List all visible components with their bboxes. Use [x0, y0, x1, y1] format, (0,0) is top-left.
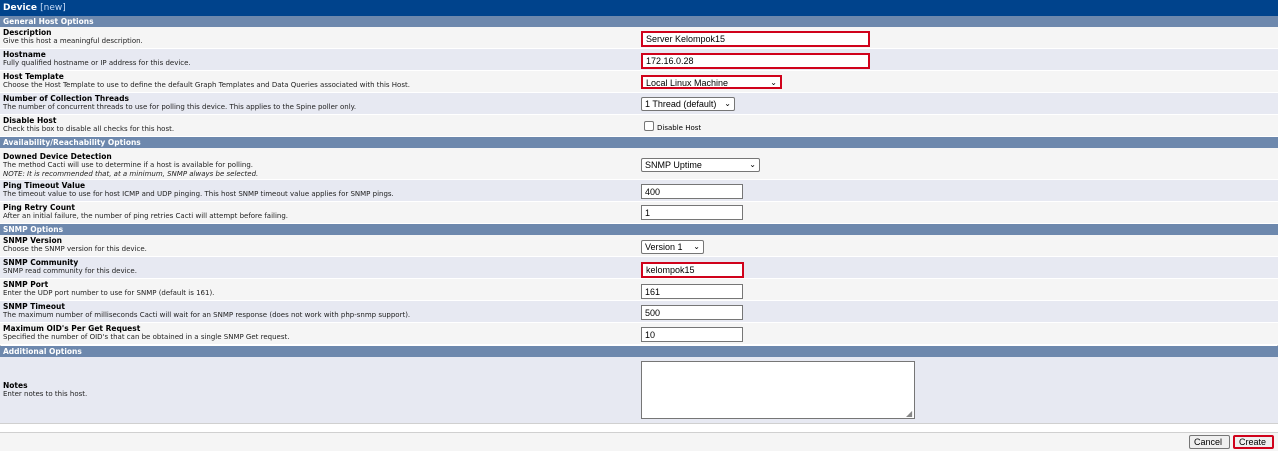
disable-host-checkbox[interactable] — [644, 121, 654, 131]
threads-help: The number of concurrent threads to use … — [3, 103, 357, 111]
page-title: Device [new] — [0, 0, 1278, 16]
snmp-version-help: Choose the SNMP version for this device. — [3, 245, 147, 253]
host-template-value: Local Linux Machine — [646, 78, 729, 88]
description-help: Give this host a meaningful description. — [3, 37, 143, 45]
snmp-timeout-label: SNMP Timeout — [3, 302, 65, 311]
ping-timeout-help: The timeout value to use for host ICMP a… — [3, 190, 394, 198]
row-snmp-community: SNMP Community SNMP read community for th… — [0, 257, 1278, 279]
threads-value: 1 Thread (default) — [645, 99, 717, 109]
row-ping-timeout: Ping Timeout Value The timeout value to u… — [0, 180, 1278, 202]
description-label: Description — [3, 28, 52, 37]
row-snmp-port: SNMP Port Enter the UDP port number to us… — [0, 279, 1278, 301]
chevron-down-icon: ⌄ — [749, 160, 756, 169]
row-description: Description Give this host a meaningful d… — [0, 27, 1278, 49]
disable-host-checkbox-label: Disable Host — [657, 124, 702, 132]
ping-retry-label: Ping Retry Count — [3, 203, 75, 212]
max-oids-help: Specified the number of OID's that can b… — [3, 333, 290, 341]
max-oids-label: Maximum OID's Per Get Request — [3, 324, 141, 333]
row-host-template: Host Template Choose the Host Template to… — [0, 71, 1278, 93]
downed-detection-note: NOTE: It is recommended that, at a minim… — [3, 170, 259, 178]
row-collection-threads: Number of Collection Threads The number o… — [0, 93, 1278, 115]
snmp-port-label: SNMP Port — [3, 280, 49, 289]
new-badge: [new] — [40, 3, 66, 13]
row-snmp-version: SNMP Version Choose the SNMP version for … — [0, 235, 1278, 257]
hostname-help: Fully qualified hostname or IP address f… — [3, 59, 191, 67]
notes-help: Enter notes to this host. — [3, 390, 88, 398]
cancel-button[interactable]: Cancel — [1189, 435, 1230, 449]
snmp-port-input[interactable]: 161 — [641, 284, 743, 299]
ping-timeout-label: Ping Timeout Value — [3, 181, 86, 190]
ping-timeout-input[interactable]: 400 — [641, 184, 743, 199]
row-downed-detection: Downed Device Detection The method Cacti … — [0, 148, 1278, 180]
section-general-host-options: General Host Options — [0, 16, 1278, 27]
notes-textarea[interactable] — [641, 361, 915, 419]
description-input[interactable]: Server Kelompok15 — [641, 31, 870, 47]
downed-detection-label: Downed Device Detection — [3, 152, 112, 161]
row-max-oids: Maximum OID's Per Get Request Specified t… — [0, 323, 1278, 345]
snmp-timeout-help: The maximum number of milliseconds Cacti… — [3, 311, 411, 319]
create-button[interactable]: Create — [1233, 435, 1274, 449]
snmp-community-help: SNMP read community for this device. — [3, 267, 137, 275]
row-disable-host: Disable Host Check this box to disable al… — [0, 115, 1278, 137]
ping-retry-input[interactable]: 1 — [641, 205, 743, 220]
form-footer — [0, 432, 1278, 451]
row-snmp-timeout: SNMP Timeout The maximum number of millis… — [0, 301, 1278, 323]
section-availability-options: Availability/Reachability Options — [0, 137, 1278, 148]
row-ping-retry: Ping Retry Count After an initial failure… — [0, 202, 1278, 224]
downed-detection-select[interactable]: SNMP Uptime ⌄ — [641, 158, 760, 172]
hostname-label: Hostname — [3, 50, 46, 59]
chevron-down-icon: ⌄ — [693, 242, 700, 251]
threads-label: Number of Collection Threads — [3, 94, 129, 103]
threads-select[interactable]: 1 Thread (default) ⌄ — [641, 97, 735, 111]
downed-detection-help: The method Cacti will use to determine i… — [3, 161, 254, 169]
host-template-select[interactable]: Local Linux Machine ⌄ — [641, 75, 782, 89]
section-snmp-options: SNMP Options — [0, 224, 1278, 235]
snmp-version-select[interactable]: Version 1 ⌄ — [641, 240, 704, 254]
max-oids-input[interactable]: 10 — [641, 327, 743, 342]
row-hostname: Hostname Fully qualified hostname or IP a… — [0, 49, 1278, 71]
section-additional-options: Additional Options — [0, 346, 1278, 357]
downed-detection-value: SNMP Uptime — [645, 160, 702, 170]
resize-grip-icon[interactable]: ◢ — [906, 409, 912, 418]
title-text: Device — [3, 3, 37, 13]
snmp-community-input[interactable]: kelompok15 — [641, 262, 744, 278]
snmp-timeout-input[interactable]: 500 — [641, 305, 743, 320]
disable-host-label: Disable Host — [3, 116, 57, 125]
host-template-label: Host Template — [3, 72, 64, 81]
disable-host-help: Check this box to disable all checks for… — [3, 125, 175, 133]
snmp-community-label: SNMP Community — [3, 258, 79, 267]
hostname-input[interactable]: 172.16.0.28 — [641, 53, 870, 69]
snmp-version-value: Version 1 — [645, 242, 683, 252]
host-template-help: Choose the Host Template to use to defin… — [3, 81, 410, 89]
snmp-version-label: SNMP Version — [3, 236, 62, 245]
chevron-down-icon: ⌄ — [724, 99, 731, 108]
ping-retry-help: After an initial failure, the number of … — [3, 212, 289, 220]
row-notes: Notes Enter notes to this host. — [0, 357, 1278, 423]
notes-label: Notes — [3, 381, 28, 390]
snmp-port-help: Enter the UDP port number to use for SNM… — [3, 289, 215, 297]
chevron-down-icon: ⌄ — [770, 78, 777, 87]
